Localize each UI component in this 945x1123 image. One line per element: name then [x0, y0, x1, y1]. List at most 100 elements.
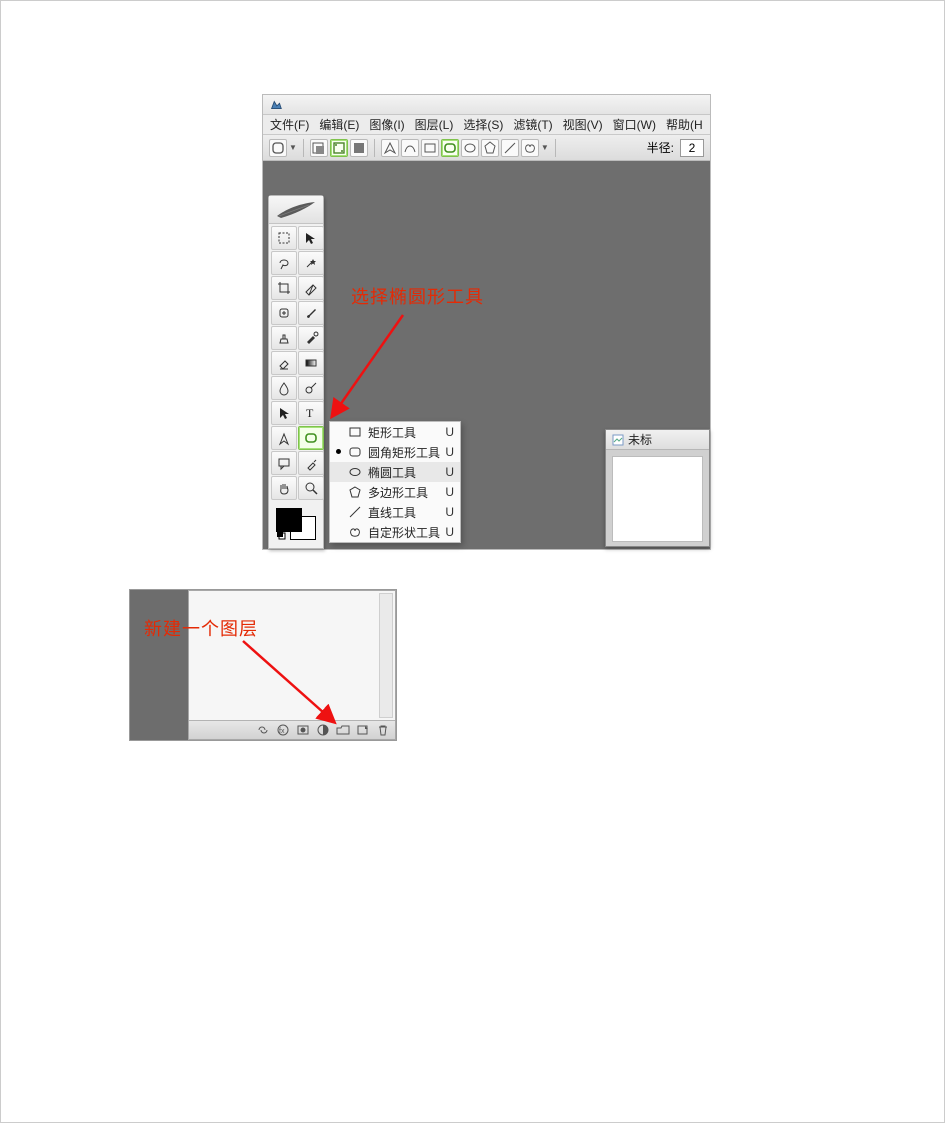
- magic-wand-tool[interactable]: [298, 251, 324, 275]
- move-tool[interactable]: [298, 226, 324, 250]
- custom-shape-icon: [348, 525, 362, 539]
- feather-icon: [275, 200, 317, 220]
- document-title: 未标: [628, 431, 652, 448]
- rectangle-icon: [348, 425, 362, 439]
- flyout-polygon[interactable]: 多边形工具 U: [330, 482, 460, 502]
- menubar: 文件(F) 编辑(E) 图像(I) 图层(L) 选择(S) 滤镜(T) 视图(V…: [263, 115, 710, 135]
- foreground-color-swatch[interactable]: [276, 508, 302, 532]
- photoshop-window: 文件(F) 编辑(E) 图像(I) 图层(L) 选择(S) 滤镜(T) 视图(V…: [262, 94, 711, 550]
- menu-layer[interactable]: 图层(L): [412, 114, 457, 135]
- shape-tool[interactable]: [298, 426, 324, 450]
- menu-view[interactable]: 视图(V): [560, 114, 606, 135]
- radius-label: 半径:: [647, 139, 678, 156]
- type-tool[interactable]: T: [298, 401, 324, 425]
- eyedropper-tool[interactable]: [298, 451, 324, 475]
- flyout-label: 椭圆工具: [368, 464, 416, 481]
- layers-panel: fx: [188, 590, 396, 740]
- notes-tool[interactable]: [271, 451, 297, 475]
- fill-pixels-icon[interactable]: [350, 139, 368, 157]
- svg-text:fx: fx: [279, 728, 285, 735]
- options-bar: ▼: [263, 135, 710, 161]
- line-icon: [348, 505, 362, 519]
- flyout-label: 自定形状工具: [368, 524, 440, 541]
- flyout-shortcut: U: [445, 485, 454, 499]
- current-tool-marker-icon: [336, 449, 341, 454]
- fx-icon[interactable]: fx: [275, 723, 291, 737]
- blur-tool[interactable]: [271, 376, 297, 400]
- polygon-icon: [348, 485, 362, 499]
- layers-panel-screenshot: fx: [129, 589, 397, 741]
- crop-tool[interactable]: [271, 276, 297, 300]
- adjustment-icon[interactable]: [315, 723, 331, 737]
- lasso-tool[interactable]: [271, 251, 297, 275]
- flyout-rectangle[interactable]: 矩形工具 U: [330, 422, 460, 442]
- ellipse-icon: [348, 465, 362, 479]
- menu-file[interactable]: 文件(F): [267, 114, 312, 135]
- shape-tool-flyout: 矩形工具 U 圆角矩形工具 U 椭圆工具 U 多边形工具 U 直线工具 U 自定…: [329, 421, 461, 543]
- document-canvas[interactable]: [612, 456, 703, 542]
- menu-edit[interactable]: 编辑(E): [316, 114, 362, 135]
- new-layer-icon[interactable]: [355, 723, 371, 737]
- menu-image[interactable]: 图像(I): [366, 114, 407, 135]
- flyout-label: 矩形工具: [368, 424, 416, 441]
- healing-brush-tool[interactable]: [271, 301, 297, 325]
- flyout-shortcut: U: [445, 465, 454, 479]
- menu-filter[interactable]: 滤镜(T): [510, 114, 555, 135]
- clone-stamp-tool[interactable]: [271, 326, 297, 350]
- ellipse-icon[interactable]: [461, 139, 479, 157]
- gradient-tool[interactable]: [298, 351, 324, 375]
- line-icon[interactable]: [501, 139, 519, 157]
- annotation-select-ellipse: 选择椭圆形工具: [351, 283, 484, 309]
- color-swatches[interactable]: [274, 506, 318, 542]
- svg-text:T: T: [306, 406, 314, 420]
- tools-panel: T: [268, 195, 324, 549]
- active-tool-preset[interactable]: [269, 139, 287, 157]
- layers-panel-bottombar: fx: [189, 721, 395, 739]
- flyout-line[interactable]: 直线工具 U: [330, 502, 460, 522]
- flyout-ellipse[interactable]: 椭圆工具 U: [330, 462, 460, 482]
- menu-window[interactable]: 窗口(W): [610, 114, 659, 135]
- layers-list-area[interactable]: [189, 591, 395, 721]
- path-select-tool[interactable]: [271, 401, 297, 425]
- flyout-label: 多边形工具: [368, 484, 428, 501]
- history-brush-tool[interactable]: [298, 326, 324, 350]
- marquee-tool[interactable]: [271, 226, 297, 250]
- rounded-rectangle-icon[interactable]: [441, 139, 459, 157]
- radius-input[interactable]: [680, 139, 704, 157]
- brush-tool[interactable]: [298, 301, 324, 325]
- flyout-shortcut: U: [445, 425, 454, 439]
- rectangle-icon[interactable]: [421, 139, 439, 157]
- trash-icon[interactable]: [375, 723, 391, 737]
- slice-tool[interactable]: [298, 276, 324, 300]
- flyout-shortcut: U: [445, 525, 454, 539]
- menu-help[interactable]: 帮助(H: [663, 114, 706, 135]
- flyout-rounded-rect[interactable]: 圆角矩形工具 U: [330, 442, 460, 462]
- pen-tool[interactable]: [271, 426, 297, 450]
- custom-shape-icon[interactable]: [521, 139, 539, 157]
- shape-layers-icon[interactable]: [310, 139, 328, 157]
- zoom-tool[interactable]: [298, 476, 324, 500]
- flyout-shortcut: U: [445, 505, 454, 519]
- flyout-custom-shape[interactable]: 自定形状工具 U: [330, 522, 460, 542]
- flyout-label: 直线工具: [368, 504, 416, 521]
- pen-icon[interactable]: [381, 139, 399, 157]
- rounded-rect-icon: [348, 445, 362, 459]
- group-icon[interactable]: [335, 723, 351, 737]
- annotation-new-layer: 新建一个图层: [144, 615, 258, 641]
- dodge-tool[interactable]: [298, 376, 324, 400]
- polygon-icon[interactable]: [481, 139, 499, 157]
- hand-tool[interactable]: [271, 476, 297, 500]
- document-icon: [612, 434, 624, 446]
- freeform-pen-icon[interactable]: [401, 139, 419, 157]
- paths-icon[interactable]: [330, 139, 348, 157]
- flyout-shortcut: U: [445, 445, 454, 459]
- mask-icon[interactable]: [295, 723, 311, 737]
- tools-panel-header[interactable]: [269, 196, 323, 224]
- menu-select[interactable]: 选择(S): [460, 114, 506, 135]
- default-colors-icon[interactable]: [276, 530, 286, 540]
- window-titlebar[interactable]: [263, 95, 710, 115]
- link-layers-icon[interactable]: [255, 723, 271, 737]
- eraser-tool[interactable]: [271, 351, 297, 375]
- document-window[interactable]: 未标: [605, 429, 710, 547]
- flyout-label: 圆角矩形工具: [368, 444, 440, 461]
